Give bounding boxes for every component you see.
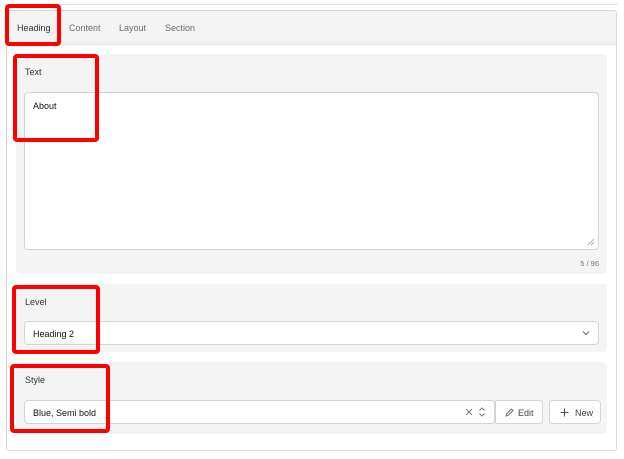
text-input-value: About	[33, 101, 57, 111]
style-section: Style Blue, Semi bold Edit New	[16, 362, 607, 434]
new-button-label: New	[575, 408, 594, 418]
pencil-icon	[505, 408, 514, 417]
level-select-value: Heading 2	[33, 329, 75, 339]
tab-content[interactable]: Content	[69, 22, 101, 34]
level-select[interactable]: Heading 2	[24, 321, 599, 345]
chevron-down-icon	[582, 331, 590, 336]
top-divider	[10, 4, 618, 5]
tab-heading[interactable]: Heading	[17, 22, 51, 34]
text-label: Text	[25, 67, 42, 77]
edit-style-button[interactable]: Edit	[495, 400, 543, 424]
heading-editor-panel: Heading Content Layout Section Text Abou…	[6, 10, 617, 451]
text-input[interactable]: About	[24, 92, 599, 250]
level-section: Level Heading 2	[16, 284, 607, 352]
close-icon[interactable]	[465, 408, 473, 416]
edit-button-label: Edit	[518, 408, 534, 418]
tab-layout[interactable]: Layout	[119, 22, 146, 34]
new-style-button[interactable]: New	[549, 400, 601, 424]
level-label: Level	[25, 297, 47, 307]
up-down-chevron-icon[interactable]	[478, 406, 486, 418]
active-tab-indicator	[17, 42, 50, 44]
style-label: Style	[25, 375, 46, 385]
character-counter: 5 / 96	[580, 259, 599, 268]
tab-section[interactable]: Section	[165, 22, 195, 34]
resize-handle-icon[interactable]	[587, 238, 595, 246]
tab-bar: Heading Content Layout Section	[7, 11, 616, 45]
style-select[interactable]: Blue, Semi bold	[24, 400, 495, 424]
style-select-value: Blue, Semi bold	[33, 408, 97, 418]
plus-icon	[560, 408, 569, 417]
text-section: Text About 5 / 96	[16, 54, 607, 274]
